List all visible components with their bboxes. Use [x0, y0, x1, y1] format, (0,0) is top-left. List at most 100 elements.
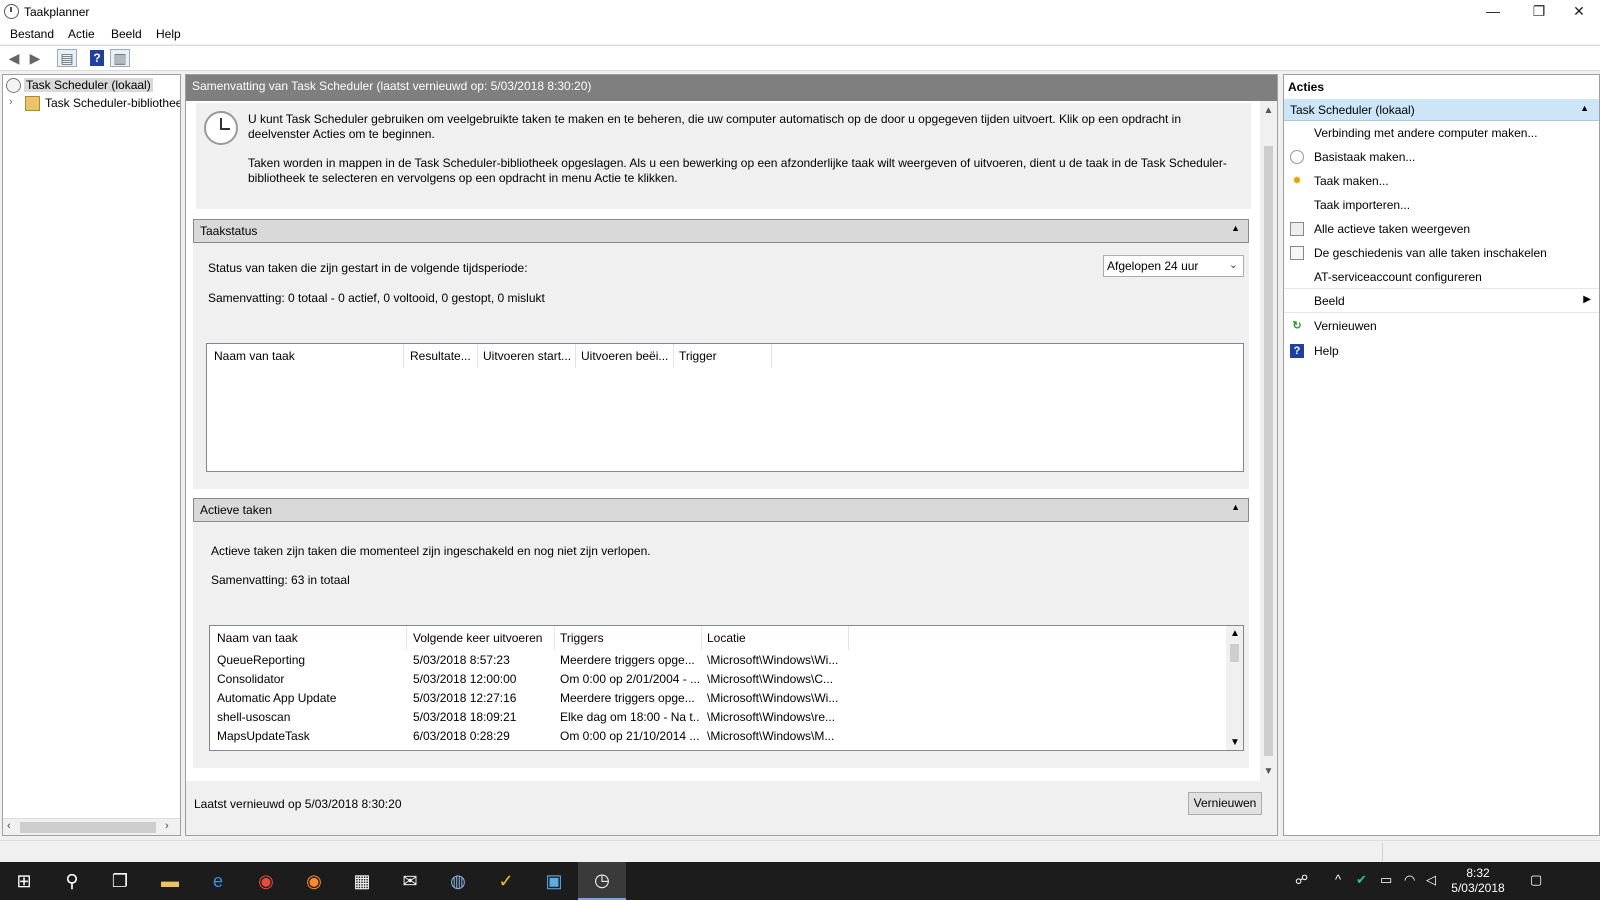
windows-start-icon[interactable]: ⊞ [0, 862, 48, 900]
triggers: Elke dag om 18:00 - Na t... [560, 710, 700, 724]
table-row[interactable]: Consolidator 5/03/2018 12:00:00 Om 0:00 … [210, 670, 1243, 689]
firefox-icon[interactable]: ◉ [290, 862, 338, 900]
summary-content: U kunt Task Scheduler gebruiken om veelg… [186, 101, 1277, 781]
chrome-icon[interactable]: ◉ [242, 862, 290, 900]
table-row[interactable]: shell-usoscan 5/03/2018 18:09:21 Elke da… [210, 708, 1243, 727]
volume-icon[interactable]: ◁ [1426, 872, 1436, 888]
active-tasks-list[interactable]: Naam van taak Volgende keer uitvoeren Tr… [209, 625, 1244, 751]
task-view-icon[interactable]: ❐ [96, 862, 144, 900]
scroll-down-icon[interactable]: ▼ [1230, 737, 1240, 748]
scroll-right-icon[interactable]: › [165, 820, 169, 832]
location: \Microsoft\Windows\Wi... [707, 653, 839, 667]
scroll-thumb[interactable] [20, 822, 156, 833]
refresh-button[interactable]: Vernieuwen [1188, 792, 1262, 815]
action-connect-computer[interactable]: Verbinding met andere computer maken... [1284, 123, 1599, 145]
column-header[interactable]: Volgende keer uitvoeren [413, 631, 553, 645]
column-header[interactable]: Naam van taak [217, 631, 402, 645]
action-create-task[interactable]: ✸ Taak maken... [1284, 171, 1599, 193]
scroll-thumb[interactable] [1264, 146, 1273, 756]
table-row[interactable]: Automatic App Update 5/03/2018 12:27:16 … [210, 689, 1243, 708]
edge-icon[interactable]: e [194, 862, 242, 900]
horizontal-scrollbar[interactable]: ‹ › [3, 818, 180, 835]
action-create-basic-task[interactable]: Basistaak maken... [1284, 147, 1599, 169]
list-scrollbar[interactable]: ▲ ▼ [1226, 626, 1243, 750]
file-explorer-icon[interactable]: ▬ [146, 862, 194, 900]
show-hide-console-tree-icon[interactable]: ▤ [57, 49, 77, 67]
task-scheduler-taskbar-icon[interactable]: ◷ [578, 862, 626, 900]
table-row[interactable]: MapsUpdateTask 6/03/2018 0:28:29 Om 0:00… [210, 727, 1243, 746]
search-icon[interactable]: ⚲ [48, 862, 96, 900]
console-tree: Task Scheduler (lokaal) › Task Scheduler… [2, 74, 181, 836]
expand-chevron-icon[interactable]: › [9, 96, 13, 108]
action-show-running-tasks[interactable]: Alle actieve taken weergeven [1284, 219, 1599, 241]
location: \Microsoft\Windows\C... [707, 672, 834, 686]
wifi-icon[interactable]: ◠ [1404, 872, 1415, 888]
task-name: shell-usoscan [217, 710, 291, 724]
minimize-button[interactable]: — [1470, 0, 1516, 24]
menu-help[interactable]: Help [156, 27, 181, 41]
taakstatus-summary: Samenvatting: 0 totaal - 0 actief, 0 vol… [208, 291, 545, 305]
scroll-up-icon[interactable]: ▲ [1260, 105, 1277, 116]
close-button[interactable]: ✕ [1556, 0, 1600, 24]
scroll-down-icon[interactable]: ▼ [1260, 766, 1277, 777]
next-run: 5/03/2018 18:09:21 [413, 710, 517, 724]
column-header[interactable]: Locatie [707, 631, 847, 645]
scroll-left-icon[interactable]: ‹ [7, 820, 11, 832]
column-header[interactable]: Uitvoeren beëi... [581, 349, 671, 363]
actions-group-header[interactable]: Task Scheduler (lokaal) ▲ [1284, 99, 1599, 121]
refresh-icon: ↻ [1292, 320, 1302, 332]
norton-tray-icon[interactable]: ✔ [1356, 872, 1367, 888]
location: \Microsoft\Windows\re... [707, 710, 836, 724]
show-hidden-icons-icon[interactable]: ^ [1335, 872, 1341, 887]
actieve-taken-header[interactable]: Actieve taken ▲ [193, 498, 1249, 522]
action-help[interactable]: ? Help [1284, 341, 1599, 363]
period-select[interactable]: Afgelopen 24 uur ⌄ [1103, 255, 1244, 277]
forward-arrow-icon[interactable]: ▶ [25, 49, 45, 67]
back-arrow-icon[interactable]: ◀ [4, 49, 24, 67]
help-icon[interactable]: ? [90, 50, 104, 66]
menu-actie[interactable]: Actie [68, 27, 95, 41]
tree-item-task-scheduler-local[interactable]: Task Scheduler (lokaal) [3, 77, 180, 95]
column-header[interactable]: Trigger [679, 349, 769, 363]
task-name: Automatic App Update [217, 691, 337, 705]
taskbar: ⊞ ⚲ ❐ ▬ e ◉ ◉ ▦ ✉ ◍ ✓ ▣ ◷ ☍ ^ ✔ ▭ ◠ ◁ 8:… [0, 862, 1600, 900]
collapse-caret-icon[interactable]: ▲ [1231, 223, 1240, 233]
action-at-service-account[interactable]: AT-serviceaccount configureren [1284, 267, 1599, 289]
vertical-scrollbar[interactable]: ▲ ▼ [1260, 101, 1277, 781]
section-title: Taakstatus [200, 224, 258, 238]
status-bar [0, 840, 1600, 862]
menu-beeld[interactable]: Beeld [111, 27, 142, 41]
submenu-arrow-icon: ▶ [1583, 294, 1591, 305]
people-icon[interactable]: ☍ [1295, 872, 1308, 888]
collapse-caret-icon[interactable]: ▲ [1580, 103, 1589, 113]
battery-icon[interactable]: ▭ [1380, 872, 1392, 888]
collapse-caret-icon[interactable]: ▲ [1231, 502, 1240, 512]
triggers: Om 0:00 op 2/01/2004 - ... [560, 672, 700, 686]
scroll-thumb[interactable] [1230, 644, 1239, 662]
mail-icon[interactable]: ✉ [386, 862, 434, 900]
norton-icon[interactable]: ✓ [482, 862, 530, 900]
action-import-task[interactable]: Taak importeren... [1284, 195, 1599, 217]
column-header[interactable]: Naam van taak [214, 349, 399, 363]
column-header[interactable]: Uitvoeren start... [483, 349, 575, 363]
notifications-icon[interactable]: ▢ [1530, 872, 1542, 888]
summary-footer: Laatst vernieuwd op 5/03/2018 8:30:20 Ve… [186, 781, 1277, 835]
store-icon[interactable]: ▦ [338, 862, 386, 900]
table-row[interactable]: QueueReporting 5/03/2018 8:57:23 Meerder… [210, 651, 1243, 670]
menu-bestand[interactable]: Bestand [10, 27, 54, 41]
action-enable-history[interactable]: De geschiedenis van alle taken inschakel… [1284, 243, 1599, 265]
column-header[interactable]: Triggers [560, 631, 700, 645]
app-icon[interactable]: ▣ [530, 862, 578, 900]
app-icon[interactable]: ◍ [434, 862, 482, 900]
task-name: Consolidator [217, 672, 285, 686]
taakstatus-header[interactable]: Taakstatus ▲ [193, 219, 1249, 243]
tree-item-task-scheduler-library[interactable]: › Task Scheduler-bibliotheek [3, 95, 180, 113]
scroll-up-icon[interactable]: ▲ [1230, 628, 1240, 639]
system-clock[interactable]: 8:32 5/03/2018 [1448, 866, 1508, 896]
action-view[interactable]: Beeld ▶ [1284, 291, 1599, 313]
task-status-list[interactable]: Naam van taak Resultate... Uitvoeren sta… [206, 343, 1244, 472]
task-name: QueueReporting [217, 653, 306, 667]
show-hide-action-pane-icon[interactable]: ▥ [110, 49, 130, 67]
action-refresh[interactable]: ↻ Vernieuwen [1284, 316, 1599, 338]
column-header[interactable]: Resultate... [410, 349, 472, 363]
